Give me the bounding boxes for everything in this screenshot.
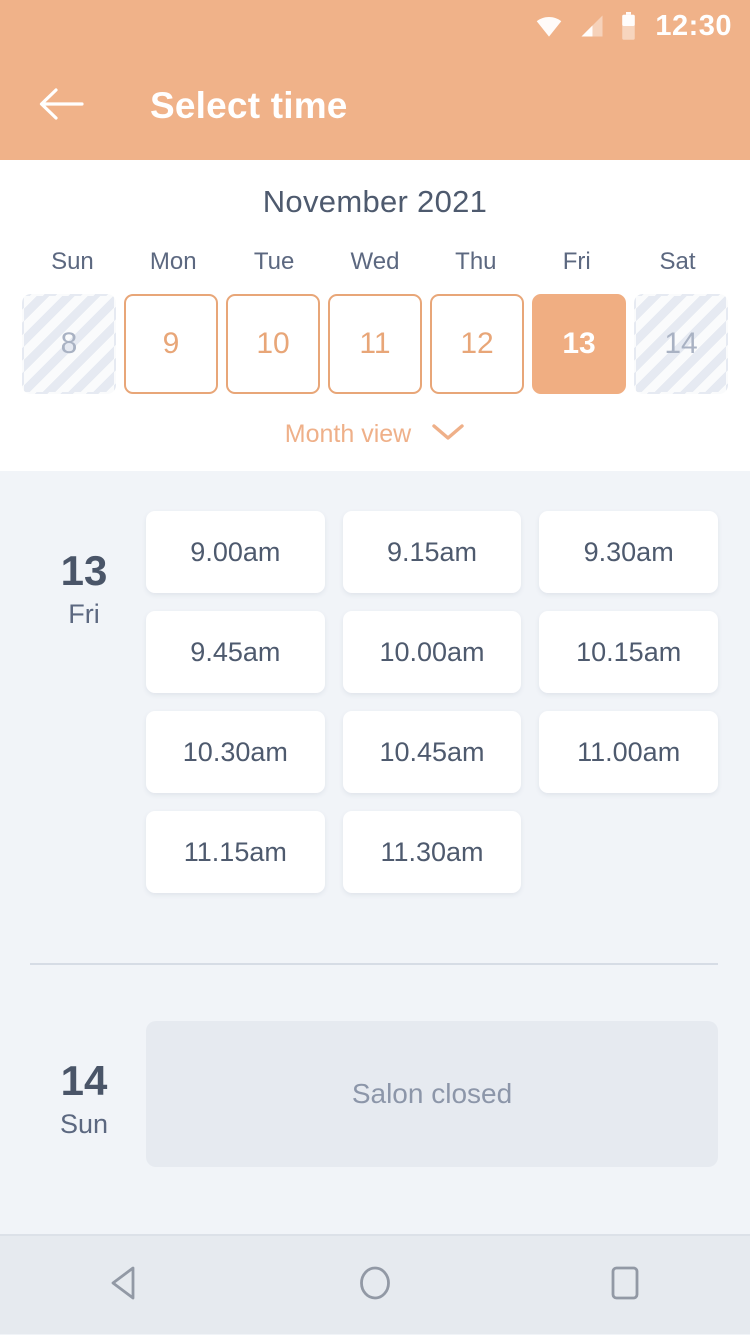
weekday-label-sat: Sat: [659, 248, 696, 275]
page-title: Select time: [150, 85, 348, 126]
day-stamp-13: 13 Fri: [32, 511, 136, 893]
status-bar: 12:30: [0, 0, 750, 52]
calendar-day-10[interactable]: 10: [226, 294, 320, 394]
weekday-header-row: Sun Mon Tue Wed Thu Fri Sat: [0, 248, 750, 276]
time-slot-card[interactable]: 11.00am: [539, 711, 718, 793]
weekday-label-sun: Sun: [51, 248, 94, 275]
weekday-label-tue: Tue: [253, 248, 295, 275]
time-slot-card[interactable]: 9.45am: [146, 611, 325, 693]
day-stamp-weekday: Sun: [59, 1109, 109, 1140]
salon-closed-card: Salon closed: [146, 1021, 718, 1167]
weekday-label-wed: Wed: [350, 248, 400, 275]
day-stamp-14: 14 Sun: [32, 1021, 136, 1167]
day-block-13: 13 Fri 9.00am 9.15am 9.30am 9.45am 10.00…: [0, 471, 750, 893]
day-stamp-number: 13: [60, 547, 108, 594]
wifi-icon: [534, 11, 564, 41]
cellular-signal-icon: [578, 12, 606, 40]
calendar-day-9[interactable]: 9: [124, 294, 218, 394]
time-slot-card[interactable]: 9.15am: [342, 511, 522, 593]
nav-back-button[interactable]: [65, 1235, 185, 1335]
time-slot-card[interactable]: 10.45am: [342, 711, 522, 793]
time-slots-scroll-area[interactable]: 13 Fri 9.00am 9.15am 9.30am 9.45am 10.00…: [0, 471, 750, 1217]
time-slot-card[interactable]: 11.15am: [146, 811, 325, 893]
weekday-label-mon: Mon: [149, 248, 197, 275]
day-block-14: 14 Sun Salon closed: [0, 965, 750, 1167]
back-button[interactable]: [34, 79, 88, 133]
circle-home-icon: [355, 1263, 395, 1308]
calendar-day-strip: 8 9 10 11 12 13 14: [0, 294, 750, 394]
calendar-day-14: 14: [634, 294, 728, 394]
time-slot-card[interactable]: 10.15am: [539, 611, 718, 693]
time-slot-card[interactable]: 9.30am: [539, 511, 718, 593]
day-stamp-number: 14: [60, 1057, 108, 1104]
time-slot-card[interactable]: 11.30am: [342, 811, 522, 893]
time-slot-grid: 9.00am 9.15am 9.30am 9.45am 10.00am 10.1…: [146, 511, 718, 893]
status-bar-clock: 12:30: [655, 9, 732, 42]
weekday-label-fri: Fri: [562, 248, 591, 275]
calendar-day-13[interactable]: 13: [532, 294, 626, 394]
month-view-toggle[interactable]: Month view: [0, 420, 750, 449]
calendar-day-11[interactable]: 11: [328, 294, 422, 394]
calendar-day-12[interactable]: 12: [430, 294, 524, 394]
month-title: November 2021: [262, 184, 488, 219]
square-recents-icon: [608, 1264, 642, 1307]
chevron-down-icon: [431, 422, 465, 447]
month-view-label: Month view: [284, 420, 412, 448]
triangle-back-icon: [107, 1264, 143, 1307]
battery-icon: [620, 11, 637, 41]
nav-home-button[interactable]: [315, 1235, 435, 1335]
android-nav-bar: [0, 1234, 750, 1334]
day-stamp-weekday: Fri: [68, 599, 100, 630]
nav-recents-button[interactable]: [565, 1235, 685, 1335]
time-slot-card[interactable]: 10.00am: [342, 611, 522, 693]
calendar-day-8: 8: [22, 294, 116, 394]
weekday-label-thu: Thu: [455, 248, 497, 275]
app-bar: Select time: [0, 52, 750, 160]
calendar-panel: November 2021 Sun Mon Tue Wed Thu Fri Sa…: [0, 160, 750, 471]
time-slot-card[interactable]: 10.30am: [146, 711, 325, 793]
time-slot-card[interactable]: 9.00am: [146, 511, 325, 593]
arrow-left-icon: [38, 86, 84, 127]
